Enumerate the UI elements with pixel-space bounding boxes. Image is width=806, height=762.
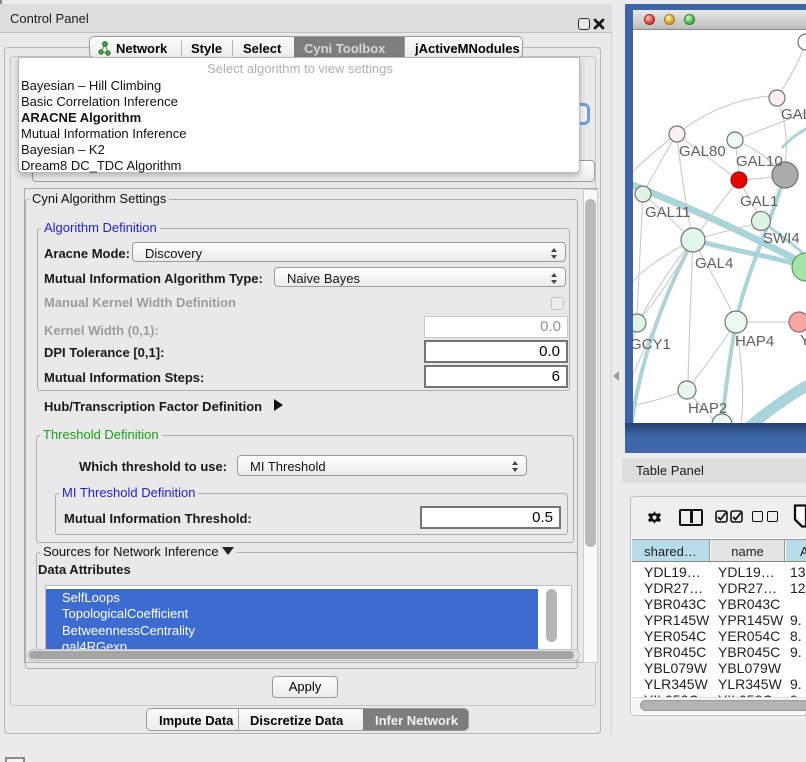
svg-text:GAL80: GAL80: [679, 143, 726, 160]
svg-text:YJ: YJ: [800, 332, 806, 349]
svg-text:HAP2: HAP2: [688, 400, 727, 417]
svg-text:GCY1: GCY1: [633, 336, 671, 353]
svg-text:GAL11: GAL11: [645, 204, 691, 221]
svg-text:HAP4: HAP4: [735, 333, 774, 350]
svg-text:GAL7: GAL7: [781, 106, 806, 123]
svg-text:GAL1: GAL1: [740, 193, 778, 210]
svg-text:GAL4: GAL4: [695, 255, 733, 272]
svg-text:GAL10: GAL10: [736, 153, 783, 170]
svg-text:SWI4: SWI4: [763, 230, 800, 247]
